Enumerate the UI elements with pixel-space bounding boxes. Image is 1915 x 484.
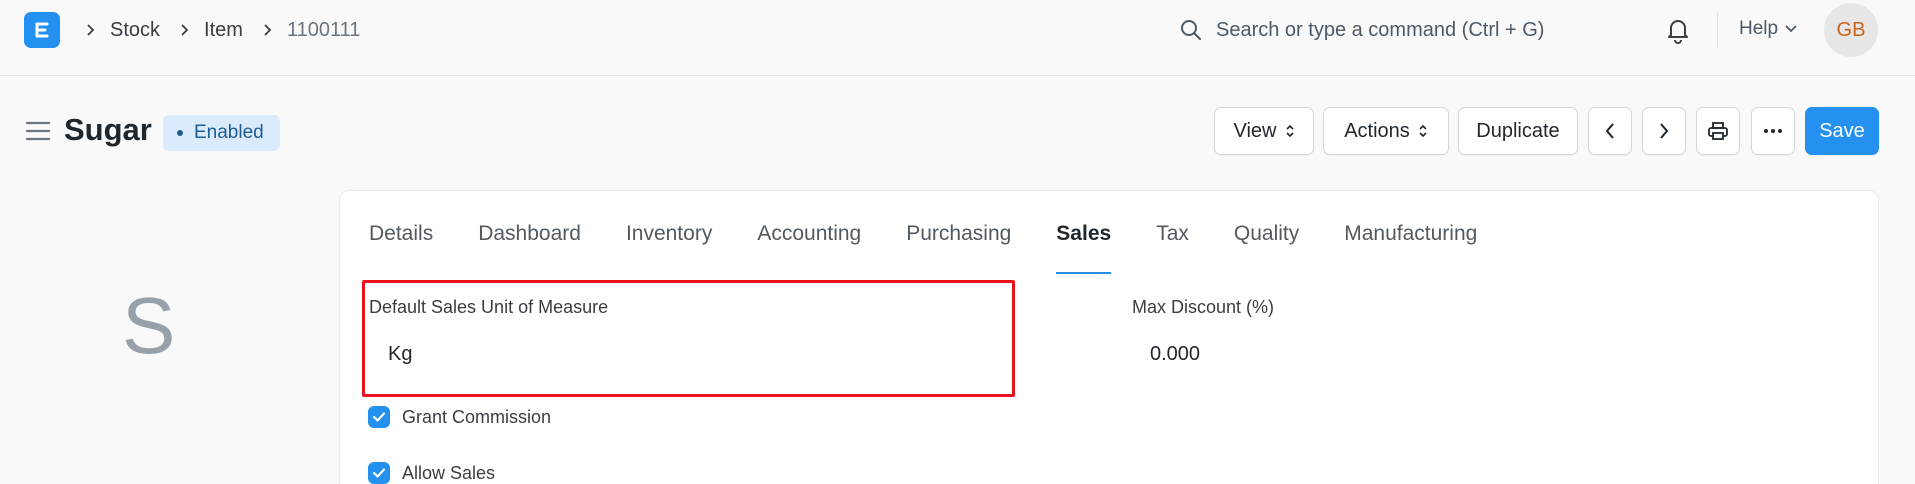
duplicate-button[interactable]: Duplicate <box>1458 107 1578 155</box>
allow-sales-label: Allow Sales <box>402 462 496 483</box>
tab-accounting[interactable]: Accounting <box>757 206 861 274</box>
tab-dashboard[interactable]: Dashboard <box>478 206 581 274</box>
select-arrows-icon <box>1419 124 1427 138</box>
view-button[interactable]: View <box>1214 107 1314 155</box>
grant-commission-row[interactable]: Grant Commission <box>368 406 551 428</box>
form-tabs: Details Dashboard Inventory Accounting P… <box>369 206 1522 274</box>
help-label: Help <box>1739 18 1779 39</box>
sidebar-toggle-icon[interactable] <box>25 120 51 142</box>
app-logo-icon <box>35 22 49 38</box>
select-arrows-icon <box>1285 124 1294 138</box>
user-avatar[interactable]: GB <box>1824 3 1878 57</box>
more-options-button[interactable] <box>1751 107 1795 155</box>
printer-icon <box>1708 122 1728 140</box>
max-discount-label: Max Discount (%) <box>1132 297 1275 317</box>
status-label: Enabled <box>194 122 264 143</box>
search-icon <box>1181 20 1201 40</box>
tab-details[interactable]: Details <box>369 206 433 274</box>
status-badge: Enabled <box>163 115 280 151</box>
status-dot-icon <box>177 130 183 136</box>
next-record-button[interactable] <box>1642 107 1686 155</box>
app-logo[interactable] <box>24 12 60 48</box>
chevron-right-icon <box>174 19 196 41</box>
grant-commission-checkbox[interactable] <box>368 406 390 428</box>
tab-sales[interactable]: Sales <box>1056 206 1111 274</box>
chevron-right-icon <box>257 19 279 41</box>
chevron-down-icon <box>1785 25 1797 33</box>
chevron-right-icon <box>80 19 102 41</box>
grant-commission-label: Grant Commission <box>402 406 552 427</box>
tab-purchasing[interactable]: Purchasing <box>906 206 1011 274</box>
help-dropdown[interactable]: Help <box>1739 18 1798 40</box>
checkmark-icon <box>372 468 386 478</box>
search-bar[interactable]: Search or type a command (Ctrl + G) <box>1180 14 1544 46</box>
breadcrumb: Stock Item 1100111 <box>80 16 374 44</box>
chevron-left-icon <box>1605 123 1614 139</box>
print-button[interactable] <box>1696 107 1740 155</box>
default-sales-uom-label: Default Sales Unit of Measure <box>369 297 609 317</box>
nav-divider <box>1717 12 1718 48</box>
previous-record-button[interactable] <box>1588 107 1632 155</box>
navbar: Stock Item 1100111 Search or type a comm… <box>0 0 1915 76</box>
more-dots-icon <box>1764 129 1782 133</box>
chevron-right-icon <box>1660 123 1669 139</box>
actions-button[interactable]: Actions <box>1323 107 1449 155</box>
breadcrumb-item[interactable]: Item <box>204 19 243 42</box>
search-placeholder: Search or type a command (Ctrl + G) <box>1216 18 1545 41</box>
allow-sales-checkbox[interactable] <box>368 462 390 484</box>
tab-quality[interactable]: Quality <box>1234 206 1299 274</box>
default-sales-uom-field[interactable]: Kg <box>388 343 412 366</box>
breadcrumb-current[interactable]: 1100111 <box>287 19 360 42</box>
item-image-placeholder[interactable]: S <box>122 280 175 372</box>
checkmark-icon <box>372 412 386 422</box>
allow-sales-row[interactable]: Allow Sales <box>368 462 495 484</box>
notifications-bell-icon[interactable] <box>1664 16 1692 44</box>
tab-inventory[interactable]: Inventory <box>626 206 712 274</box>
save-button[interactable]: Save <box>1805 107 1879 155</box>
page-title: Sugar <box>64 112 152 147</box>
tab-tax[interactable]: Tax <box>1156 206 1189 274</box>
breadcrumb-stock[interactable]: Stock <box>110 19 160 42</box>
max-discount-field[interactable]: 0.000 <box>1150 343 1200 366</box>
view-button-label: View <box>1233 119 1277 142</box>
tab-manufacturing[interactable]: Manufacturing <box>1344 206 1477 274</box>
actions-button-label: Actions <box>1344 119 1410 142</box>
